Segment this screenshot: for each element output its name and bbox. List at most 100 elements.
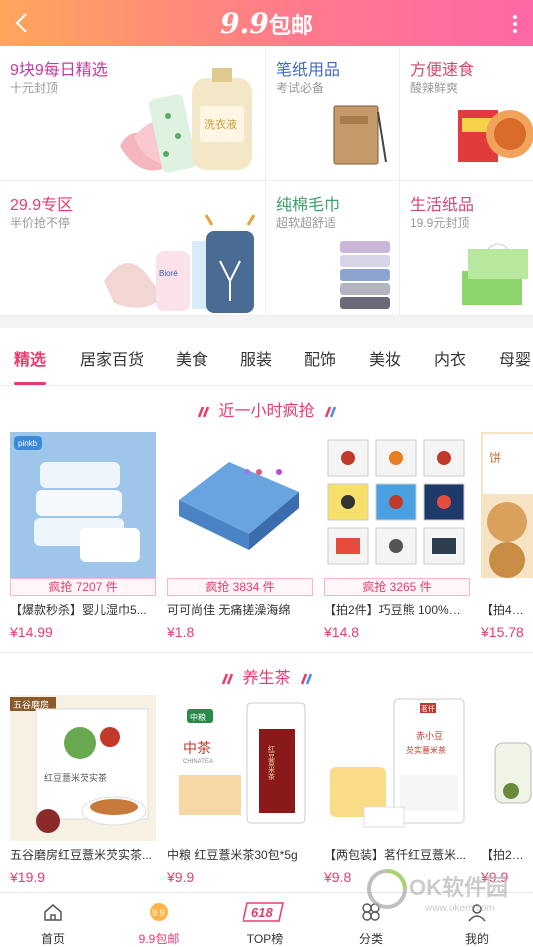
tab-underwear[interactable]: 内衣 (434, 346, 466, 370)
towels-image (340, 241, 390, 309)
product-price: ¥15.78 (481, 624, 524, 640)
product-name: 【爆款秒杀】婴儿湿巾5... (10, 603, 147, 617)
product-card[interactable]: 【拍2件】 ¥9.9 (481, 695, 533, 885)
product-image (167, 432, 313, 578)
grid-cell-stationery[interactable]: 笔纸用品 考试必备 (266, 46, 400, 181)
tea-logo: 中粮 (190, 712, 206, 722)
tab-beauty[interactable]: 美妆 (369, 346, 401, 370)
product-card[interactable]: 茗仟 赤小豆 芡实薏米茶 【两包装】茗仟红豆薏米... ¥9.8 (324, 695, 470, 885)
tea-brand-2-en: CHINATEA (183, 759, 213, 765)
product-image: 五谷磨房 红豆薏米芡实茶 (10, 695, 156, 841)
grid-cell-daily-picks[interactable]: 9块9每日精选 十元封顶 洗衣液 (0, 46, 266, 181)
svg-text:9.9: 9.9 (152, 908, 165, 918)
product-name: 中粮 红豆薏米茶30包*5g (167, 848, 298, 862)
nav-99[interactable]: 9.9 9.9包邮 (106, 893, 212, 947)
slash-decor-icon (198, 406, 210, 418)
618-icon: 618 (242, 902, 284, 922)
svg-text:618: 618 (251, 905, 273, 920)
product-name: 五谷磨房红豆薏米芡实茶... (10, 848, 153, 862)
grid-title: 方便速食 (410, 62, 475, 79)
grid-cell-29-zone[interactable]: 29.9专区 半价抢不停 Bioré (0, 181, 266, 316)
tab-baby[interactable]: 母婴 (499, 346, 531, 370)
wipes-image: pinkb (14, 436, 140, 562)
coin-99-icon: 9.9 (150, 903, 168, 921)
grid-title: 9块9每日精选 (10, 62, 108, 79)
tea-brand-3: 茗仟 (421, 704, 435, 713)
product-card[interactable]: 中粮 中茶 CHINATEA 红豆薏米茶 中粮 红豆薏米茶30包*5g ¥9.9 (167, 695, 313, 885)
product-card[interactable]: pinkb 疯抢 7207 件 【爆款秒杀】婴儿湿巾5... ¥14.99 (10, 432, 156, 640)
product-card[interactable]: 疯抢 3834 件 可可尚佳 无痛搓澡海绵 ¥1.8 (167, 432, 313, 640)
product-price: ¥19.9 (10, 869, 46, 885)
tab-food[interactable]: 美食 (176, 346, 208, 370)
product-price: ¥14.99 (10, 624, 53, 640)
nav-top[interactable]: 618 TOP榜 (212, 893, 318, 947)
grid-cell-towels[interactable]: 纯棉毛巾 超软超舒适 (266, 181, 400, 316)
product-image: 饼 (481, 432, 533, 578)
tab-clothing[interactable]: 服装 (240, 346, 272, 370)
tea-box-3-image: 茗仟 赤小豆 芡实薏米茶 (330, 698, 465, 828)
category-grid: 9块9每日精选 十元封顶 洗衣液 笔纸用品 考试必备 方便速食 酸辣鲜爽 29.… (0, 46, 533, 316)
instant-food-image (458, 110, 533, 162)
nav-home[interactable]: 首页 (0, 893, 106, 947)
tea-glass-image (494, 742, 532, 804)
product-image: 茗仟 赤小豆 芡实薏米茶 (324, 695, 470, 841)
cleanser-label: Bioré (159, 269, 178, 278)
grid-cell-instant-food[interactable]: 方便速食 酸辣鲜爽 (400, 46, 533, 181)
tea-box-1-image: 五谷磨房 红豆薏米芡实茶 (10, 697, 149, 833)
watermark-logo: OK软件园 www.okem.com (367, 869, 508, 914)
tab-active-indicator (14, 382, 46, 385)
slash-decor-icon (324, 406, 336, 418)
section-separator (0, 316, 533, 328)
section-title-text: 近一小时疯抢 (218, 403, 315, 420)
product-price: ¥9.9 (167, 869, 195, 885)
29-zone-image: Bioré (104, 214, 256, 313)
grid-cell-tissue[interactable]: 生活纸品 19.9元封顶 (400, 181, 533, 316)
tab-featured[interactable]: 精选 (14, 346, 46, 370)
grid-title: 生活纸品 (410, 197, 475, 214)
nav-label: 我的 (464, 932, 489, 946)
grid-title: 纯棉毛巾 (276, 197, 341, 214)
slash-decor-icon (222, 673, 234, 685)
tab-home-goods[interactable]: 居家百货 (80, 346, 144, 370)
tea-box-2-text: 红豆薏米茶 (268, 744, 276, 780)
tea-box-1-text: 红豆薏米芡实茶 (44, 772, 107, 783)
grid-subtitle: 酸辣鲜爽 (410, 81, 459, 95)
product-image (481, 695, 533, 841)
product-image: pinkb (10, 432, 156, 578)
watermark-text: OK软件园 (409, 875, 508, 900)
grid-subtitle: 十元封顶 (10, 81, 59, 95)
watermark-url: www.okem.com (424, 903, 495, 914)
detergent-label: 洗衣液 (204, 117, 237, 131)
logo-text: 包邮 (268, 12, 313, 38)
nav-label: 9.9包邮 (138, 932, 180, 946)
cookie-label: 饼 (489, 451, 501, 465)
top-bar: 9.9包邮 (0, 0, 533, 46)
cookies-image: 饼 (483, 434, 533, 578)
product-price: ¥1.8 (167, 624, 195, 640)
back-icon[interactable] (10, 10, 36, 36)
product-price: ¥14.8 (324, 624, 360, 640)
wipes-brand-label: pinkb (18, 439, 38, 448)
nav-label: TOP榜 (246, 932, 284, 946)
category-tabs: 精选 居家百货 美食 服装 配饰 美妆 内衣 母婴 (0, 328, 533, 386)
tissue-image (462, 243, 528, 305)
nav-label: 分类 (358, 932, 383, 946)
tea-brand-1: 五谷磨房 (13, 699, 49, 710)
product-image: 中粮 中茶 CHINATEA 红豆薏米茶 (167, 695, 313, 841)
product-card[interactable]: 疯抢 3265 件 【拍2件】巧豆熊 100%纯... ¥14.8 (324, 432, 470, 640)
product-image (324, 432, 470, 578)
product-card[interactable]: 饼 【拍4件】 ¥15.78 (481, 432, 533, 640)
tab-accessories[interactable]: 配饰 (304, 346, 336, 370)
tea-box-2-image: 中粮 中茶 CHINATEA 红豆薏米茶 (179, 702, 306, 824)
slash-decor-icon (300, 673, 312, 685)
grid-subtitle: 半价抢不停 (10, 216, 71, 230)
more-icon[interactable] (513, 12, 519, 36)
section-title-text: 养生茶 (242, 670, 291, 687)
product-card[interactable]: 五谷磨房 红豆薏米芡实茶 五谷磨房红豆薏米芡实茶... ¥19.9 (10, 695, 156, 885)
section-title-flash: 近一小时疯抢 (0, 397, 533, 421)
product-name: 可可尚佳 无痛搓澡海绵 (167, 603, 291, 617)
notebook-image (333, 105, 387, 165)
grid-subtitle: 19.9元封顶 (410, 216, 470, 230)
sponge-image (179, 462, 299, 550)
grid-title: 笔纸用品 (276, 62, 341, 79)
